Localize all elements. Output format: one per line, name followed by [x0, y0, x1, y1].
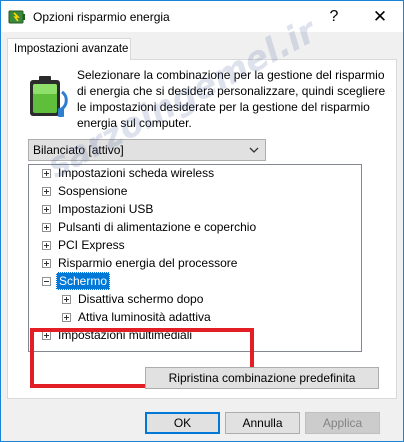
expand-icon[interactable] [42, 241, 51, 250]
battery-plug-icon [30, 76, 68, 117]
expand-icon[interactable] [42, 187, 51, 196]
help-button[interactable]: ? [311, 1, 357, 32]
expand-icon[interactable] [62, 295, 71, 304]
tree-item-label: Impostazioni USB [58, 202, 154, 216]
cancel-button[interactable]: Annulla [225, 412, 300, 434]
help-icon: ? [329, 7, 339, 25]
tree-item-label: Impostazioni multimediali [58, 328, 193, 342]
expand-icon[interactable] [62, 313, 71, 322]
power-options-icon [8, 10, 25, 24]
tree-item-label: Schermo [56, 272, 111, 290]
tree-item-label: PCI Express [58, 238, 125, 252]
plan-dropdown[interactable]: Bilanciato [attivo] [28, 139, 266, 161]
description-text: Selezionare la combinazione per la gesti… [77, 68, 386, 130]
tree-item-label: Sospensione [58, 184, 128, 198]
chevron-down-icon [249, 147, 259, 153]
close-icon: ✕ [372, 6, 388, 26]
ok-button[interactable]: OK [145, 412, 220, 434]
title-bar[interactable]: Opzioni risparmio energia ? ✕ [1, 1, 403, 32]
expand-icon[interactable] [42, 259, 51, 268]
tab-advanced-settings[interactable]: Impostazioni avanzate [7, 38, 131, 60]
tab-panel: Selezionare la combinazione per la gesti… [7, 59, 397, 399]
apply-button: Applica [305, 412, 380, 434]
tree-item-label: Disattiva schermo dopo [78, 292, 204, 306]
tree-item-label: Attiva luminosità adattiva [78, 310, 211, 324]
settings-tree[interactable]: Impostazioni scheda wireless Sospensione… [28, 164, 362, 352]
expand-icon[interactable] [42, 223, 51, 232]
close-button[interactable]: ✕ [357, 1, 403, 32]
collapse-icon[interactable] [42, 277, 51, 286]
expand-icon[interactable] [42, 331, 51, 340]
tree-item-label: Pulsanti di alimentazione e coperchio [58, 220, 257, 234]
power-options-window: Opzioni risparmio energia ? ✕ Impostazio… [0, 0, 404, 442]
expand-icon[interactable] [42, 169, 51, 178]
expand-icon[interactable] [42, 205, 51, 214]
tree-item-label: Risparmio energia del processore [58, 256, 238, 270]
plan-dropdown-value: Bilanciato [attivo] [33, 143, 124, 157]
window-title: Opzioni risparmio energia [33, 10, 170, 24]
tree-item-label: Impostazioni scheda wireless [58, 166, 215, 180]
restore-defaults-button[interactable]: Ripristina combinazione predefinita [145, 367, 379, 389]
